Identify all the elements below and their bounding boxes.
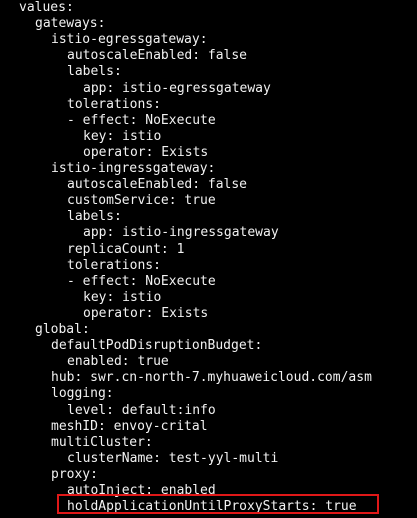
yaml-line: proxy: (51, 466, 98, 482)
yaml-line: global: (35, 322, 90, 337)
yaml-line: replicaCount: 1 (67, 241, 185, 257)
yaml-line: istio-egressgateway: (51, 32, 208, 48)
yaml-line: tolerations: (67, 96, 161, 112)
yaml-line: clusterName: test-yyl-multi (67, 450, 279, 466)
yaml-line: hub: swr.cn-north-7.myhuaweicloud.com/as… (51, 370, 372, 386)
yaml-line: labels: (67, 64, 122, 80)
yaml-line: - effect: NoExecute (67, 112, 216, 128)
yaml-line: gateways: (35, 16, 106, 32)
yaml-line: defaultPodDisruptionBudget: (51, 338, 263, 354)
yaml-line: tolerations: (67, 257, 161, 273)
yaml-line: customService: true (67, 193, 216, 209)
yaml-line: operator: Exists (83, 305, 209, 321)
yaml-line: key: istio (83, 128, 162, 144)
highlight-box (57, 494, 379, 514)
yaml-line: operator: Exists (83, 144, 209, 160)
terminal-window: values: gateways: istio-egressgateway: auto… (0, 0, 417, 518)
yaml-line: app: istio-egressgateway (83, 80, 271, 96)
yaml-line: autoscaleEnabled: false (67, 177, 248, 193)
yaml-line: enabled: true (67, 354, 169, 370)
yaml-line: labels: (67, 209, 122, 225)
yaml-line: - effect: NoExecute (67, 273, 216, 289)
yaml-line: autoscaleEnabled: false (67, 48, 248, 64)
yaml-line: app: istio-ingressgateway (83, 225, 279, 241)
yaml-line: istio-ingressgateway: (51, 161, 216, 176)
yaml-line: values: (19, 0, 74, 15)
yaml-line: logging: (51, 386, 114, 402)
yaml-line: level: default:info (67, 402, 216, 418)
yaml-line: key: istio (83, 289, 162, 305)
yaml-line: meshID: envoy-crital (51, 418, 208, 434)
yaml-line: multiCluster: (51, 434, 153, 450)
